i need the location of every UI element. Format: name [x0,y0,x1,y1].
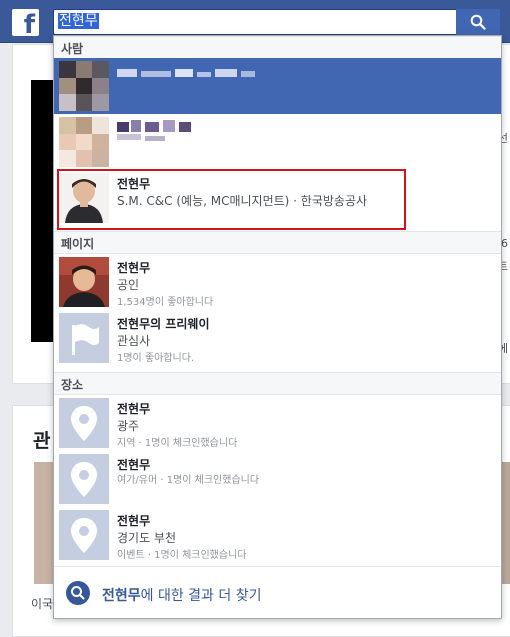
map-pin-icon [59,398,109,448]
result-name: 전현무 [117,261,151,275]
search-result-person[interactable] [54,58,501,114]
search-result-page[interactable]: 전현무 공인 1,534명이 좋아합니다 [54,254,501,310]
result-checkins: 이벤트 · 1명이 체크인했습니다 [117,550,247,561]
search-result-person[interactable] [54,114,501,170]
map-pin-icon [59,454,109,504]
result-category: 관심사 [117,334,151,348]
avatar [59,257,109,307]
result-name: 전현무의 프리웨이 [117,317,210,331]
search-input[interactable]: 전현무 [53,9,457,35]
result-likes: 1,534명이 좋아합니다 [117,297,214,308]
search-result-place[interactable]: 전현무 광주 지역 · 1명이 체크인했습니다 [54,395,501,451]
facebook-logo[interactable]: f [12,9,39,38]
search-query: 전현무 [58,13,99,29]
avatar [59,61,109,111]
see-more-results-link[interactable]: 전현무에 대한 결과 더 찾기 [54,566,501,618]
see-more-results-label: 전현무에 대한 결과 더 찾기 [102,585,261,605]
result-checkins: 여가/유머 · 1명이 체크인했습니다 [117,475,260,486]
flag-icon [59,313,109,363]
result-name: 전현무 [117,402,151,416]
result-category: 공인 [117,278,140,292]
result-likes: 1명이 좋아합니다. [117,353,195,364]
search-results-dropdown: 사람 전현무 S.M. C&C (예능, MC매니지먼트) · 한국방송공사 페… [53,35,502,619]
section-label: 페이지 [61,237,95,251]
search-icon [470,14,486,30]
background-text: 6 [501,237,508,250]
search-button[interactable] [456,9,500,35]
result-checkins: 지역 · 1명이 체크인했습니다 [117,438,238,449]
search-result-place[interactable]: 전현무 경기도 부천 이벤트 · 1명이 체크인했습니다 [54,507,501,563]
avatar [59,117,109,167]
background-text: 이국 [31,597,54,611]
map-pin-icon [59,510,109,560]
result-location: 광주 [117,419,140,433]
search-result-page[interactable]: 전현무의 프리웨이 관심사 1명이 좋아합니다. [54,310,501,366]
search-result-place[interactable]: 전현무 여가/유머 · 1명이 체크인했습니다 [54,451,501,507]
background-heading: 관 [33,430,51,452]
highlight-box [57,169,406,230]
background-photo [34,462,54,584]
blurred-name [117,69,255,77]
footer-query: 전현무 [102,588,141,604]
section-label: 사람 [61,42,84,56]
search-icon [66,581,90,605]
section-label: 장소 [61,378,84,392]
result-name: 전현무 [117,514,151,528]
footer-suffix: 에 대한 결과 더 찾기 [140,588,262,604]
blurred-name [117,120,191,141]
section-header-pages: 페이지 [54,231,501,254]
section-header-places: 장소 [54,372,501,395]
result-location: 경기도 부천 [117,531,177,545]
section-header-people: 사람 [54,36,501,59]
